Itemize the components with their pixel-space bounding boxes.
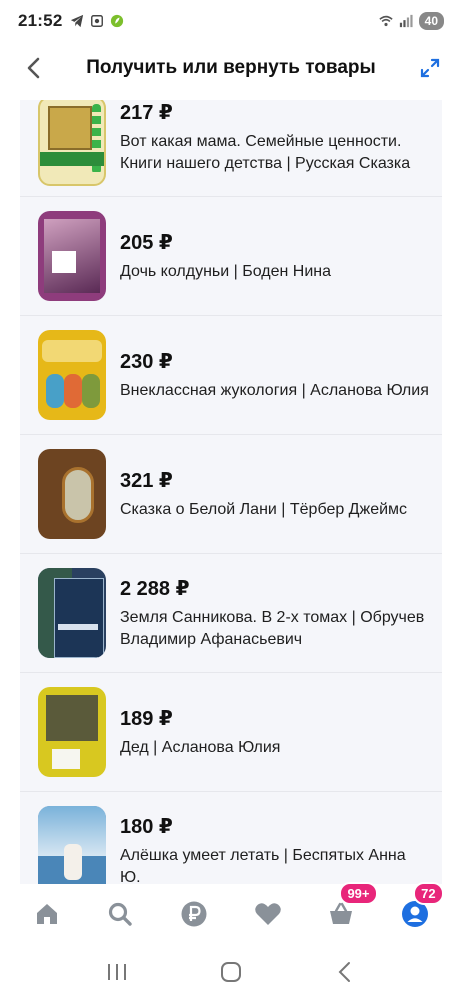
page-header: Получить или вернуть товары — [0, 42, 462, 94]
item-price: 230 ₽ — [120, 350, 173, 373]
list-item[interactable]: 189 ₽ Дед | Асланова Юлия — [20, 672, 442, 791]
item-price: 189 ₽ — [120, 707, 173, 730]
nav-search[interactable] — [100, 894, 140, 934]
item-name: Дед | Асланова Юлия — [120, 738, 281, 756]
bottom-navigation: 99+ 72 — [0, 882, 462, 944]
home-icon — [36, 904, 57, 924]
nav-payments[interactable] — [174, 894, 214, 934]
nav-home[interactable] — [27, 894, 67, 934]
status-bar: 21:52 40 — [0, 0, 462, 42]
search-icon — [109, 902, 133, 926]
list-item[interactable]: 205 ₽ Дочь колдуньи | Боден Нина — [20, 196, 442, 315]
chevron-left-icon — [27, 57, 40, 79]
item-price: 321 ₽ — [120, 469, 173, 492]
item-price: 205 ₽ — [120, 231, 173, 254]
back-button[interactable] — [18, 52, 50, 84]
expand-arrows-icon — [420, 58, 440, 78]
item-price: 180 ₽ — [120, 815, 173, 838]
wifi-icon — [379, 15, 393, 27]
list-item[interactable]: 180 ₽ Алёшка умеет летать | Беспятых Анн… — [20, 791, 442, 884]
home-circle-icon — [221, 962, 241, 982]
signal-icon — [399, 14, 413, 28]
telegram-icon — [71, 14, 84, 28]
app-icon — [111, 14, 124, 28]
item-name: Алёшка умеет летать | Беспятых Анна Ю. — [120, 846, 406, 885]
item-name: Земля Санникова. В 2-х томах | Обручев В… — [120, 608, 425, 648]
list-item[interactable]: 230 ₽ Внеклассная жукология | Асланова Ю… — [20, 315, 442, 434]
home-button[interactable] — [211, 952, 251, 992]
book-cover-image — [38, 211, 106, 301]
list-item[interactable]: 2 288 ₽ Земля Санникова. В 2-х томах | О… — [20, 553, 442, 672]
system-navigation — [0, 944, 462, 1000]
expand-button[interactable] — [416, 54, 444, 82]
book-cover-image — [38, 687, 106, 777]
battery-indicator: 40 — [418, 12, 444, 30]
book-cover-image — [38, 568, 106, 658]
item-price: 2 288 ₽ — [120, 577, 190, 600]
item-name: Дочь колдуньи | Боден Нина — [120, 262, 332, 280]
book-cover-image — [38, 100, 106, 186]
book-cover-image — [38, 330, 106, 420]
ruble-icon — [181, 901, 207, 927]
system-back-button[interactable] — [325, 952, 365, 992]
item-name: Вот какая мама. Семейные ценности. Книги… — [120, 133, 411, 172]
item-name: Внеклассная жукология | Асланова Юлия — [120, 381, 429, 399]
heart-icon — [255, 903, 281, 925]
list-item[interactable]: 217 ₽ Вот какая мама. Семейные ценности.… — [20, 100, 442, 196]
product-list[interactable]: 217 ₽ Вот какая мама. Семейные ценности.… — [20, 100, 442, 884]
back-arrow-icon — [338, 962, 350, 982]
nav-profile[interactable]: 72 — [395, 882, 444, 934]
nav-favorites[interactable] — [248, 894, 288, 934]
page-title: Получить или вернуть товары — [86, 57, 376, 78]
profile-badge: 72 — [413, 882, 444, 905]
screenshot-icon — [91, 15, 104, 27]
nav-cart[interactable]: 99+ — [321, 882, 378, 934]
recent-apps-button[interactable] — [97, 952, 137, 992]
item-name: Сказка о Белой Лани | Тёрбер Джеймс — [120, 500, 408, 518]
recent-apps-icon — [108, 964, 126, 980]
status-time: 21:52 — [18, 11, 63, 30]
item-price: 217 ₽ — [120, 102, 173, 124]
cart-badge: 99+ — [339, 882, 378, 905]
book-cover-image — [38, 806, 106, 884]
book-cover-image — [38, 449, 106, 539]
list-item[interactable]: 321 ₽ Сказка о Белой Лани | Тёрбер Джейм… — [20, 434, 442, 553]
